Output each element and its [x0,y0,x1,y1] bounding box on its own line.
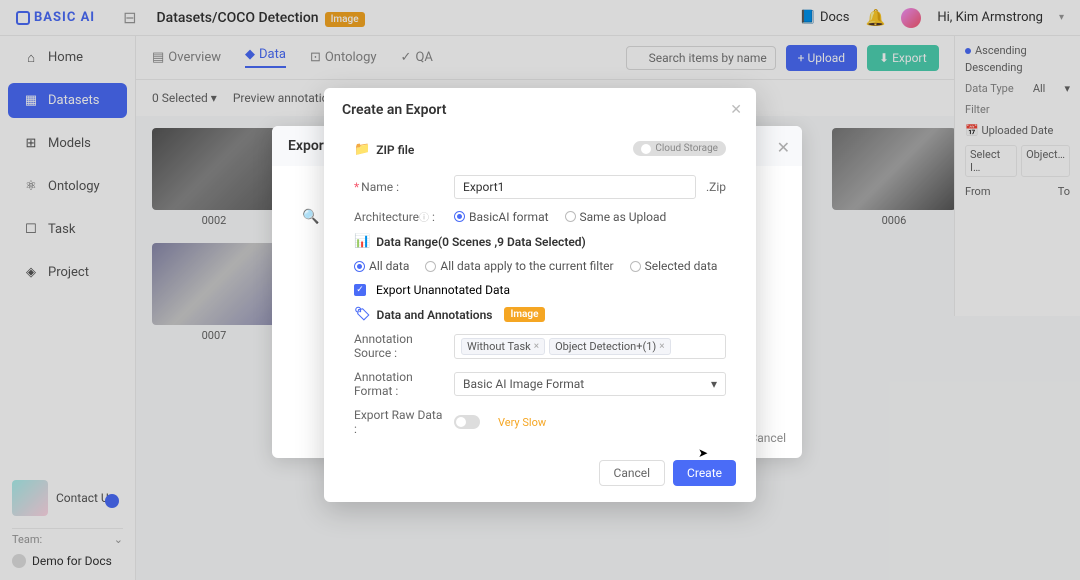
slow-label: Very Slow [498,416,546,429]
search-icon: 🔍 [302,209,319,225]
raw-label: Export Raw Data : [354,408,444,436]
cloud-storage-toggle[interactable]: Cloud Storage [633,141,726,156]
chevron-down-icon: ▾ [711,377,717,391]
close-icon[interactable]: ✕ [730,102,742,118]
format-label: Annotation Format : [354,370,444,398]
cancel-button[interactable]: Cancel [599,460,666,486]
cursor-icon: ➤ [698,446,708,460]
arch-same-upload[interactable]: Same as Upload [565,210,667,224]
name-input[interactable] [454,175,696,199]
source-tags[interactable]: Without Task× Object Detection+(1)× [454,334,726,359]
arch-basicai[interactable]: BasicAI format [454,210,549,224]
image-badge: Image [504,307,544,322]
range-icon: 📊 [354,234,370,249]
annotations-icon: 🏷 [354,307,371,322]
range-filter[interactable]: All data apply to the current filter [425,259,613,273]
export-unannotated-label: Export Unannotated Data [376,283,510,297]
create-button[interactable]: Create [673,460,736,486]
export-unannotated-checkbox[interactable]: ✓ [354,284,366,296]
tag-remove[interactable]: × [534,341,539,352]
name-label: *Name : [354,180,444,194]
architecture-label: Architectureⓘ : [354,209,444,224]
source-label: Annotation Source : [354,332,444,360]
zip-section-label: ZIP file [376,143,414,157]
tag: Object Detection+(1)× [549,338,671,355]
file-ext: .Zip [706,180,726,194]
range-all[interactable]: All data [354,259,409,273]
range-selected[interactable]: Selected data [630,259,718,273]
tag: Without Task× [461,338,545,355]
create-export-modal: Create an Export ✕ 📁 ZIP file Cloud Stora… [324,88,756,502]
close-icon[interactable]: ✕ [777,138,790,157]
tag-remove[interactable]: × [659,341,664,352]
annotations-section-label: Data and Annotations [377,308,493,322]
range-section-label: Data Range(0 Scenes ,9 Data Selected) [376,235,586,249]
folder-icon: 📁 [354,142,370,157]
info-icon[interactable]: ⓘ [419,213,429,224]
raw-toggle[interactable] [454,415,480,429]
format-select[interactable]: Basic AI Image Format▾ [454,372,726,396]
modal-title: Create an Export [324,88,756,132]
